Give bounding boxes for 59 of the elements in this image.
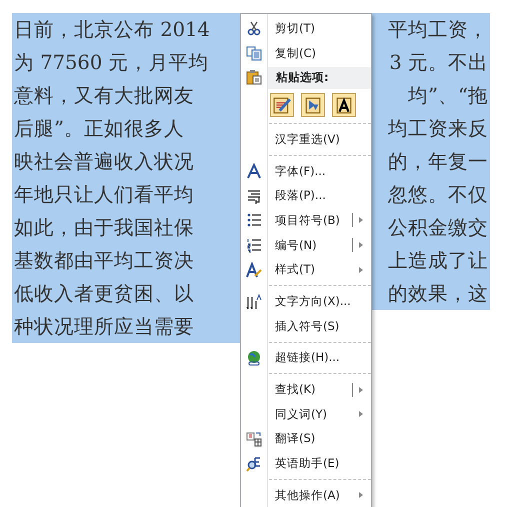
text-line: 上造成了让 bbox=[387, 248, 489, 274]
text-line: 的，年复一 bbox=[387, 149, 489, 175]
text-line: 基数都由平均工资决 bbox=[13, 248, 195, 274]
scissors-icon bbox=[246, 20, 262, 36]
submenu-arrow-icon bbox=[359, 266, 363, 273]
menu-item[interactable]: 剪切(T) bbox=[241, 16, 371, 41]
clipboard-icon bbox=[246, 69, 262, 86]
menu-item[interactable]: 查找(K) bbox=[241, 377, 371, 402]
clipboard-brush-icon bbox=[273, 96, 291, 114]
menu-item[interactable]: 字体(F)... bbox=[241, 158, 371, 184]
text-line: 3 元。不出 bbox=[388, 50, 489, 76]
submenu-arrow-icon bbox=[359, 217, 363, 224]
styles-icon bbox=[246, 262, 262, 278]
translate-icon bbox=[246, 430, 262, 447]
submenu-arrow-icon bbox=[359, 492, 363, 498]
text-line: 的效果，这 bbox=[387, 281, 489, 307]
submenu-arrow-icon bbox=[359, 386, 363, 393]
menu-item[interactable]: 插入符号(S) bbox=[241, 314, 371, 339]
copy-icon bbox=[246, 45, 262, 62]
numbered-list-icon bbox=[246, 237, 262, 254]
menu-item[interactable]: 超链接(H)... bbox=[241, 346, 371, 370]
text-line: 映社会普遍收入状况 bbox=[13, 149, 195, 175]
bullet-list-icon bbox=[246, 212, 262, 228]
menu-item[interactable]: 其他操作(A) bbox=[241, 483, 371, 507]
text-line: 后腿”。正如很多人 bbox=[13, 116, 185, 142]
globe-icon bbox=[246, 350, 262, 366]
text-line: 低收入者更贫困、以 bbox=[13, 281, 195, 307]
menu-item[interactable]: 编号(N) bbox=[241, 232, 371, 258]
text-line: 意料，又有大批网友 bbox=[13, 83, 195, 109]
text-line: 平均工资， bbox=[387, 17, 489, 43]
paragraph-icon bbox=[246, 188, 262, 204]
menu-item[interactable]: 同义词(Y) bbox=[241, 402, 371, 427]
paste-merge-button[interactable] bbox=[301, 93, 325, 118]
text-line: 年地只让人们看平均 bbox=[13, 182, 195, 208]
text-line: 如此，由于我国社保 bbox=[13, 215, 195, 241]
menu-item[interactable]: 样式(T) bbox=[241, 258, 371, 282]
letter-icon bbox=[246, 163, 262, 180]
menu-item[interactable]: 英语助手(E) bbox=[241, 451, 371, 476]
text-line: 为 77560 元，月平均 bbox=[13, 50, 210, 76]
clipboard-letter-icon bbox=[335, 96, 353, 114]
menu-item[interactable]: 复制(C) bbox=[241, 40, 371, 66]
submenu-arrow-icon bbox=[359, 411, 363, 418]
menu-item[interactable]: 汉字重选(V) bbox=[241, 127, 371, 152]
text-line: 日前，北京公布 2014 bbox=[13, 17, 211, 43]
menu-item[interactable]: 翻译(S) bbox=[241, 426, 371, 452]
text-line: 公积金缴交 bbox=[387, 215, 489, 241]
menu-item[interactable]: 文字方向(X)... bbox=[241, 289, 371, 314]
text-direction-icon bbox=[246, 294, 262, 310]
paste-text-only-button[interactable] bbox=[332, 93, 356, 118]
menu-item[interactable]: 项目符号(B) bbox=[241, 208, 371, 233]
submenu-arrow-icon bbox=[359, 242, 363, 248]
menu-item[interactable]: 段落(P)... bbox=[241, 183, 371, 208]
paste-options-heading: 粘贴选项: bbox=[268, 66, 371, 89]
paste-keep-formatting-button[interactable] bbox=[270, 93, 294, 118]
magnifier-icon bbox=[246, 456, 262, 472]
text-line: 忽悠。不仅 bbox=[387, 182, 489, 208]
text-line: 种状况理所应当需要 bbox=[13, 314, 195, 340]
text-line: 均工资来反 bbox=[387, 116, 489, 142]
text-line: 均”、“拖 bbox=[407, 83, 489, 109]
